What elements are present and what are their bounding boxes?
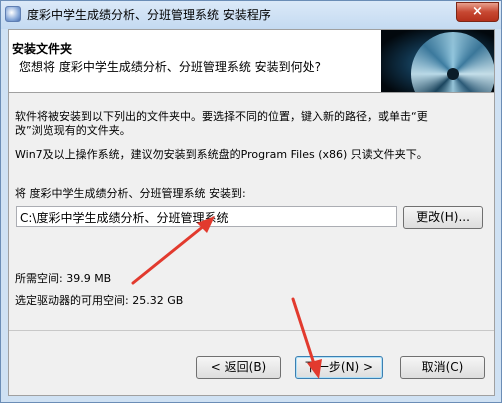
installer-app-icon bbox=[5, 6, 21, 22]
wizard-header: 安装文件夹 您想将 度彩中学生成绩分析、分班管理系统 安装到何处? bbox=[9, 30, 494, 93]
cancel-button[interactable]: 取消(C) bbox=[400, 356, 485, 379]
close-button[interactable]: × bbox=[456, 2, 499, 22]
page-title: 安装文件夹 bbox=[12, 42, 73, 56]
title-bar[interactable]: 度彩中学生成绩分析、分班管理系统 安装程序 × bbox=[1, 1, 501, 29]
disc-graphic bbox=[411, 32, 494, 92]
install-path-input[interactable]: C:\度彩中学生成绩分析、分班管理系统 bbox=[16, 206, 397, 227]
instruction-line-2: 改”浏览现有的文件夹。 bbox=[15, 124, 131, 137]
system-note: Win7及以上操作系统，建议勿安装到系统盘的Program Files (x86… bbox=[15, 148, 428, 161]
space-required-text: 所需空间: 39.9 MB bbox=[15, 272, 112, 285]
footer-divider bbox=[9, 330, 494, 331]
back-button[interactable]: < 返回(B) bbox=[196, 356, 281, 379]
installer-window: 度彩中学生成绩分析、分班管理系统 安装程序 × 安装文件夹 您想将 度彩中学生成… bbox=[0, 0, 502, 403]
space-available-text: 选定驱动器的可用空间: 25.32 GB bbox=[15, 294, 184, 307]
next-button[interactable]: 下一步(N) > bbox=[295, 356, 383, 379]
instruction-line-1: 软件将被安装到以下列出的文件夹中。要选择不同的位置，键入新的路径，或单击“更 bbox=[15, 110, 428, 123]
page-subtitle: 您想将 度彩中学生成绩分析、分班管理系统 安装到何处? bbox=[19, 60, 322, 74]
install-to-label: 将 度彩中学生成绩分析、分班管理系统 安装到: bbox=[15, 187, 246, 200]
wizard-page: 安装文件夹 您想将 度彩中学生成绩分析、分班管理系统 安装到何处? 软件将被安装… bbox=[8, 29, 495, 396]
disc-center-hole bbox=[447, 68, 459, 80]
disc-banner-image bbox=[381, 30, 494, 92]
change-folder-button[interactable]: 更改(H)... bbox=[403, 206, 483, 229]
window-title: 度彩中学生成绩分析、分班管理系统 安装程序 bbox=[27, 8, 271, 22]
